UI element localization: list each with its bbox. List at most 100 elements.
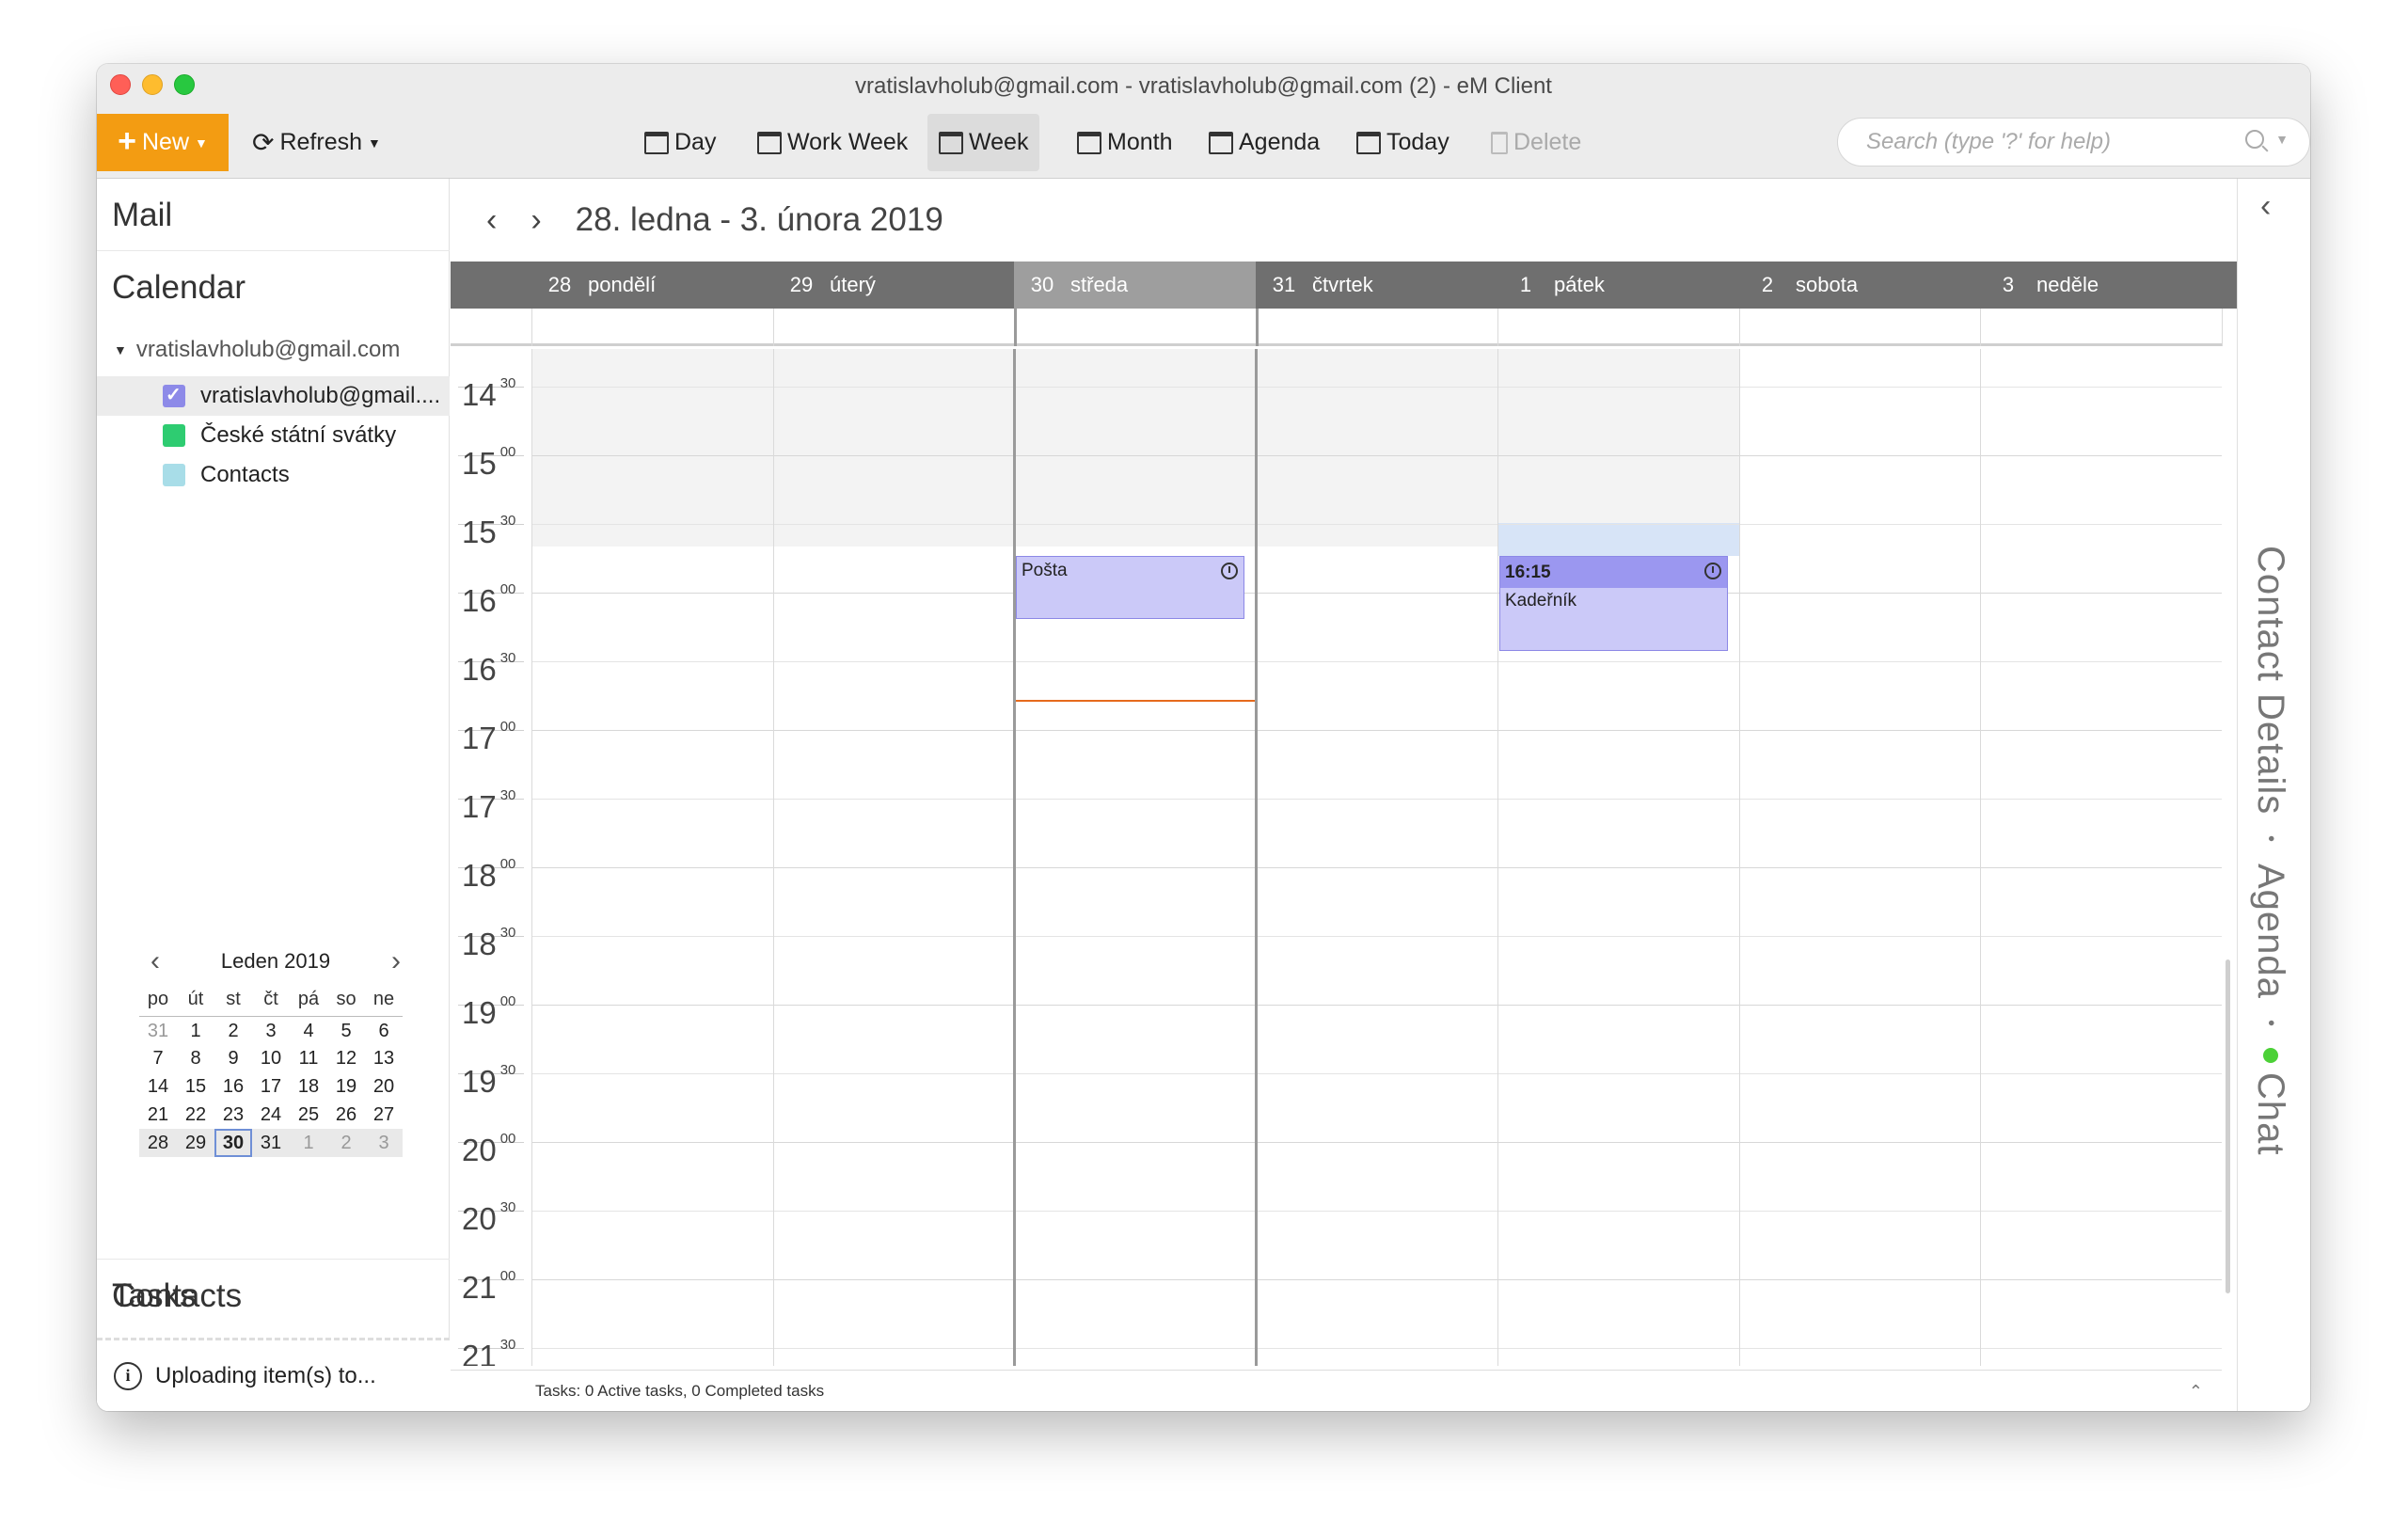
day-header-1[interactable]: 1 pátek	[1497, 262, 1739, 309]
mini-calendar-day[interactable]: 28	[139, 1129, 177, 1157]
mini-calendar-day[interactable]: 5	[327, 1016, 365, 1044]
mini-calendar-day[interactable]: 4	[290, 1016, 327, 1044]
mini-calendar-day[interactable]: 31	[139, 1016, 177, 1044]
time-hour: 20	[462, 1133, 497, 1167]
today-button[interactable]: Today	[1345, 114, 1461, 171]
mini-calendar-day[interactable]: 11	[290, 1044, 327, 1072]
refresh-button[interactable]: ⟳ Refresh ▼	[252, 114, 381, 171]
mini-calendar-day[interactable]: 21	[139, 1101, 177, 1129]
calendar-checkbox[interactable]	[163, 464, 185, 486]
mini-calendar-day[interactable]: 2	[214, 1016, 252, 1044]
calendar-checkbox[interactable]: ✓	[163, 385, 185, 407]
calendar-item-personal[interactable]: ✓ vratislavholub@gmail....	[97, 376, 450, 416]
agenda-tab[interactable]: Agenda	[2249, 864, 2291, 999]
event-time: 16:15	[1500, 557, 1727, 588]
work-week-view-button[interactable]: Work Week	[746, 114, 919, 171]
mini-calendar-day[interactable]: 19	[327, 1072, 365, 1101]
mini-calendar-day[interactable]: 8	[177, 1044, 214, 1072]
new-button[interactable]: + New ▼	[97, 114, 229, 171]
next-week-button[interactable]: ›	[523, 202, 548, 239]
mini-calendar-day[interactable]: 3	[252, 1016, 290, 1044]
mini-calendar-day[interactable]: 12	[327, 1044, 365, 1072]
all-day-divider	[1256, 309, 1259, 346]
mini-calendar-day[interactable]: 17	[252, 1072, 290, 1101]
calendar-account[interactable]: ▼ vratislavholub@gmail.com	[114, 337, 400, 363]
vertical-scrollbar[interactable]	[2226, 959, 2230, 1293]
week-view-button[interactable]: Week	[927, 114, 1040, 171]
chevron-down-icon: ▼	[368, 135, 381, 151]
day-header-28[interactable]: 28 pondělí	[531, 262, 773, 309]
chevron-down-icon[interactable]: ▼	[2275, 132, 2289, 147]
mini-calendar-day[interactable]: 29	[177, 1129, 214, 1157]
agenda-icon	[1209, 131, 1233, 154]
mini-calendar-day[interactable]: 23	[214, 1101, 252, 1129]
mini-calendar-day[interactable]: 27	[365, 1101, 403, 1129]
search-input[interactable]	[1866, 129, 2242, 155]
event-kadernik[interactable]: 16:15 Kadeřník	[1499, 556, 1728, 651]
calendar-item-holidays[interactable]: České státní svátky	[97, 416, 450, 455]
collapse-panel-button[interactable]: ‹	[2260, 188, 2271, 225]
day-header-31[interactable]: 31 čtvrtek	[1256, 262, 1497, 309]
agenda-view-button[interactable]: Agenda	[1197, 114, 1331, 171]
search-icon[interactable]	[2245, 130, 2264, 149]
day-header-30[interactable]: 30 středa	[1014, 262, 1256, 309]
time-minute: 30	[499, 787, 516, 803]
time-hour: 16	[462, 583, 497, 618]
sidebar-section-calendar[interactable]: Calendar	[97, 251, 450, 324]
chevron-down-icon: ▼	[195, 135, 208, 151]
mini-calendar-next-button[interactable]: ›	[380, 945, 412, 977]
contact-details-tab[interactable]: Contact Details	[2249, 546, 2291, 815]
calendar-item-label: vratislavholub@gmail....	[200, 383, 441, 408]
all-day-row[interactable]	[451, 309, 2223, 346]
delete-button[interactable]: Delete	[1480, 114, 1592, 171]
mini-calendar-weekday: st	[226, 989, 241, 1009]
event-posta[interactable]: Pošta	[1016, 556, 1244, 619]
mini-calendar-day[interactable]: 9	[214, 1044, 252, 1072]
day-view-button[interactable]: Day	[633, 114, 727, 171]
expand-icon[interactable]: ⌃	[2189, 1371, 2203, 1411]
time-gridline	[531, 1073, 2222, 1074]
mini-calendar-day[interactable]: 10	[252, 1044, 290, 1072]
calendar-day-icon	[644, 131, 669, 154]
mini-calendar-day[interactable]: 16	[214, 1072, 252, 1101]
mini-calendar-day[interactable]: 18	[290, 1072, 327, 1101]
day-header-row: 28 pondělí 29 úterý 30 středa 31 čtvrtek 1 pátek 2…	[451, 262, 2237, 309]
time-grid[interactable]: 14 30 15 00 15 30 16 00 16 30 17 00 17 30 18 00 18 30 19 00…	[451, 349, 2222, 1366]
mini-calendar-day[interactable]: 22	[177, 1101, 214, 1129]
day-header-3[interactable]: 3 neděle	[1980, 262, 2222, 309]
mini-calendar-day[interactable]: 3	[365, 1129, 403, 1157]
mini-calendar-prev-button[interactable]: ‹	[139, 945, 171, 977]
mini-calendar-day[interactable]: 15	[177, 1072, 214, 1101]
calendar-checkbox[interactable]	[163, 424, 185, 447]
disclosure-triangle-icon[interactable]: ▼	[114, 342, 127, 357]
mini-calendar-day[interactable]: 26	[327, 1101, 365, 1129]
mini-calendar-day[interactable]: 1	[290, 1129, 327, 1157]
mini-calendar-day[interactable]: 2	[327, 1129, 365, 1157]
mini-calendar-day[interactable]: 30	[214, 1129, 252, 1157]
chat-tab[interactable]: Chat	[2249, 1048, 2291, 1156]
month-view-button[interactable]: Month	[1066, 114, 1183, 171]
mini-calendar-day[interactable]: 20	[365, 1072, 403, 1101]
sidebar-section-contacts[interactable]: Contacts	[97, 1259, 450, 1331]
calendar-item-label: České státní svátky	[200, 422, 397, 448]
time-hour: 15	[462, 446, 497, 481]
mini-calendar-day[interactable]: 14	[139, 1072, 177, 1101]
previous-week-button[interactable]: ‹	[479, 202, 504, 239]
mini-calendar-weekday: po	[147, 989, 169, 1009]
mini-calendar-day[interactable]: 13	[365, 1044, 403, 1072]
day-header-2[interactable]: 2 sobota	[1739, 262, 1980, 309]
tasks-bar[interactable]: Tasks: 0 Active tasks, 0 Completed tasks…	[451, 1370, 2222, 1411]
day-header-29[interactable]: 29 úterý	[773, 262, 1014, 309]
mini-calendar-day[interactable]: 24	[252, 1101, 290, 1129]
mini-calendar-day[interactable]: 25	[290, 1101, 327, 1129]
selection-highlight	[1497, 523, 1739, 556]
mini-calendar-day[interactable]: 6	[365, 1016, 403, 1044]
mini-calendar-day[interactable]: 7	[139, 1044, 177, 1072]
mini-calendar-day[interactable]: 31	[252, 1129, 290, 1157]
day-name: sobota	[1796, 273, 1859, 296]
sidebar-section-mail[interactable]: Mail	[97, 179, 450, 251]
week-view-label: Week	[969, 129, 1029, 155]
mini-calendar-day[interactable]: 1	[177, 1016, 214, 1044]
calendar-item-contacts[interactable]: Contacts	[97, 455, 450, 495]
search-box[interactable]: ▼	[1837, 118, 2310, 166]
